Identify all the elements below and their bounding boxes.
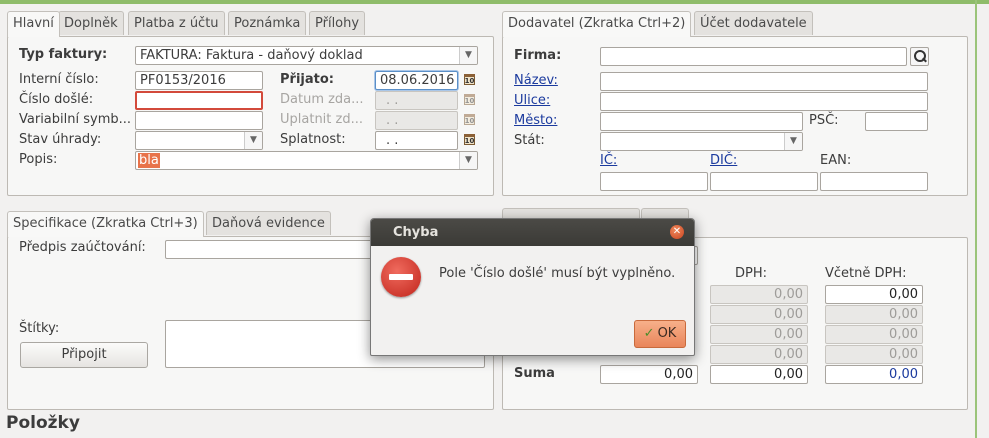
suma-vcetne-field: 0,00 xyxy=(825,365,923,384)
suma-base-field: 0,00 xyxy=(600,365,698,384)
check-icon: ✓ xyxy=(643,326,655,341)
tab-dodavatel[interactable]: Dodavatel (Zkratka Ctrl+2) xyxy=(502,11,692,37)
tab-doplnek[interactable]: Doplněk xyxy=(58,11,124,35)
ean-input[interactable] xyxy=(820,172,928,191)
datum-zdan-input: . . xyxy=(375,91,458,110)
dph-field: 0,00 xyxy=(710,325,808,344)
popis-combo[interactable]: bla ▼ xyxy=(135,151,478,170)
ok-button[interactable]: ✓ OK xyxy=(634,320,686,348)
nazev-input[interactable] xyxy=(600,72,928,91)
close-icon[interactable]: ✕ xyxy=(670,225,684,239)
vcetne-field: 0,00 xyxy=(825,305,923,324)
ulice-link[interactable]: Ulice: xyxy=(514,93,550,108)
variabilni-symbol-label: Variabilní symb... xyxy=(19,112,132,127)
search-icon[interactable] xyxy=(910,47,929,66)
stitky-label: Štítky: xyxy=(19,321,60,336)
chevron-down-icon: ▼ xyxy=(784,133,802,150)
stav-uhrady-select[interactable]: ▼ xyxy=(135,131,263,150)
prijato-date-input[interactable]: 08.06.2016 xyxy=(375,71,458,90)
stat-label: Stát: xyxy=(514,133,545,148)
calendar-icon[interactable]: 10 xyxy=(463,73,477,87)
vcetne-field[interactable]: 0,00 xyxy=(825,285,923,304)
chevron-down-icon: ▼ xyxy=(244,132,262,149)
typ-faktury-value: FAKTURA: Faktura - daňový doklad xyxy=(140,48,363,63)
stat-select[interactable]: ▼ xyxy=(600,132,803,151)
splatnost-label: Splatnost: xyxy=(280,132,346,147)
vcetne-field: 0,00 xyxy=(825,325,923,344)
uplatnit-input: . . xyxy=(375,111,458,130)
uplatnit-label: Uplatnit zd... xyxy=(280,112,363,127)
error-dialog: Chyba ✕ Pole 'Číslo došlé' musí být vypl… xyxy=(370,218,695,356)
calendar-icon[interactable]: 10 xyxy=(463,133,477,147)
chevron-down-icon: ▼ xyxy=(459,152,477,169)
top-accent-bar xyxy=(0,0,989,4)
mesto-input[interactable] xyxy=(600,112,803,131)
calendar-icon: 10 xyxy=(463,93,477,107)
firma-input[interactable] xyxy=(600,47,907,66)
polozky-heading: Položky xyxy=(6,413,80,433)
dic-input[interactable] xyxy=(710,172,818,191)
dialog-titlebar[interactable]: Chyba xyxy=(371,219,694,246)
popis-label: Popis: xyxy=(19,152,58,167)
dph-field: 0,00 xyxy=(710,305,808,324)
tab-specifikace[interactable]: Specifikace (Zkratka Ctrl+3) xyxy=(7,211,204,237)
ean-label: EAN: xyxy=(820,153,852,168)
ulice-input[interactable] xyxy=(600,92,928,111)
cislo-dosle-input[interactable] xyxy=(135,91,263,110)
dialog-message: Pole 'Číslo došlé' musí být vyplněno. xyxy=(439,266,676,281)
dph-field: 0,00 xyxy=(710,345,808,364)
interni-cislo-input[interactable]: PF0153/2016 xyxy=(135,71,263,90)
dph-header: DPH: xyxy=(735,266,768,281)
ic-input[interactable] xyxy=(600,172,708,191)
pripojit-button[interactable]: Připojit xyxy=(20,342,148,368)
suma-label: Suma xyxy=(514,366,555,381)
tab-danova-evidence[interactable]: Daňová evidence xyxy=(206,211,331,235)
popis-selected-text: bla xyxy=(138,153,160,168)
typ-faktury-select[interactable]: FAKTURA: Faktura - daňový doklad ▼ xyxy=(135,46,478,65)
prijato-label: Přijato: xyxy=(280,72,334,87)
cislo-dosle-label: Číslo došlé: xyxy=(19,92,94,107)
datum-zdan-label: Datum zda... xyxy=(280,92,364,107)
chevron-down-icon: ▼ xyxy=(459,47,477,64)
nazev-link[interactable]: Název: xyxy=(514,73,558,88)
tab-ucet-dodavatele[interactable]: Účet dodavatele xyxy=(694,11,813,35)
dic-link[interactable]: DIČ: xyxy=(710,153,737,168)
tab-prilohy[interactable]: Přílohy xyxy=(309,11,366,35)
dialog-title: Chyba xyxy=(393,225,439,240)
error-stop-icon xyxy=(381,257,421,297)
typ-faktury-label: Typ faktury: xyxy=(19,47,108,62)
tab-hlavni[interactable]: Hlavní xyxy=(7,11,60,37)
stav-uhrady-label: Stav úhrady: xyxy=(19,132,102,147)
calendar-icon: 10 xyxy=(463,113,477,127)
vcetne-field: 0,00 xyxy=(825,345,923,364)
ic-link[interactable]: IČ: xyxy=(600,153,617,168)
mesto-link[interactable]: Město: xyxy=(514,113,557,128)
psc-label: PSČ: xyxy=(809,113,839,128)
psc-input[interactable] xyxy=(865,112,928,131)
suma-dph-field: 0,00 xyxy=(710,365,808,384)
predpis-input[interactable] xyxy=(165,240,375,259)
tab-platba-z-uctu[interactable]: Platba z účtu xyxy=(128,11,225,35)
dph-field: 0,00 xyxy=(710,285,808,304)
splatnost-input[interactable]: . . xyxy=(375,131,458,150)
firma-label: Firma: xyxy=(514,48,562,63)
variabilni-symbol-input[interactable] xyxy=(135,111,263,130)
interni-cislo-label: Interní číslo: xyxy=(19,72,99,87)
right-accent-line xyxy=(975,0,977,438)
vcetne-dph-header: Včetně DPH: xyxy=(825,266,907,281)
tab-poznamka[interactable]: Poznámka xyxy=(228,11,307,35)
predpis-label: Předpis zaúčtování: xyxy=(19,240,146,255)
